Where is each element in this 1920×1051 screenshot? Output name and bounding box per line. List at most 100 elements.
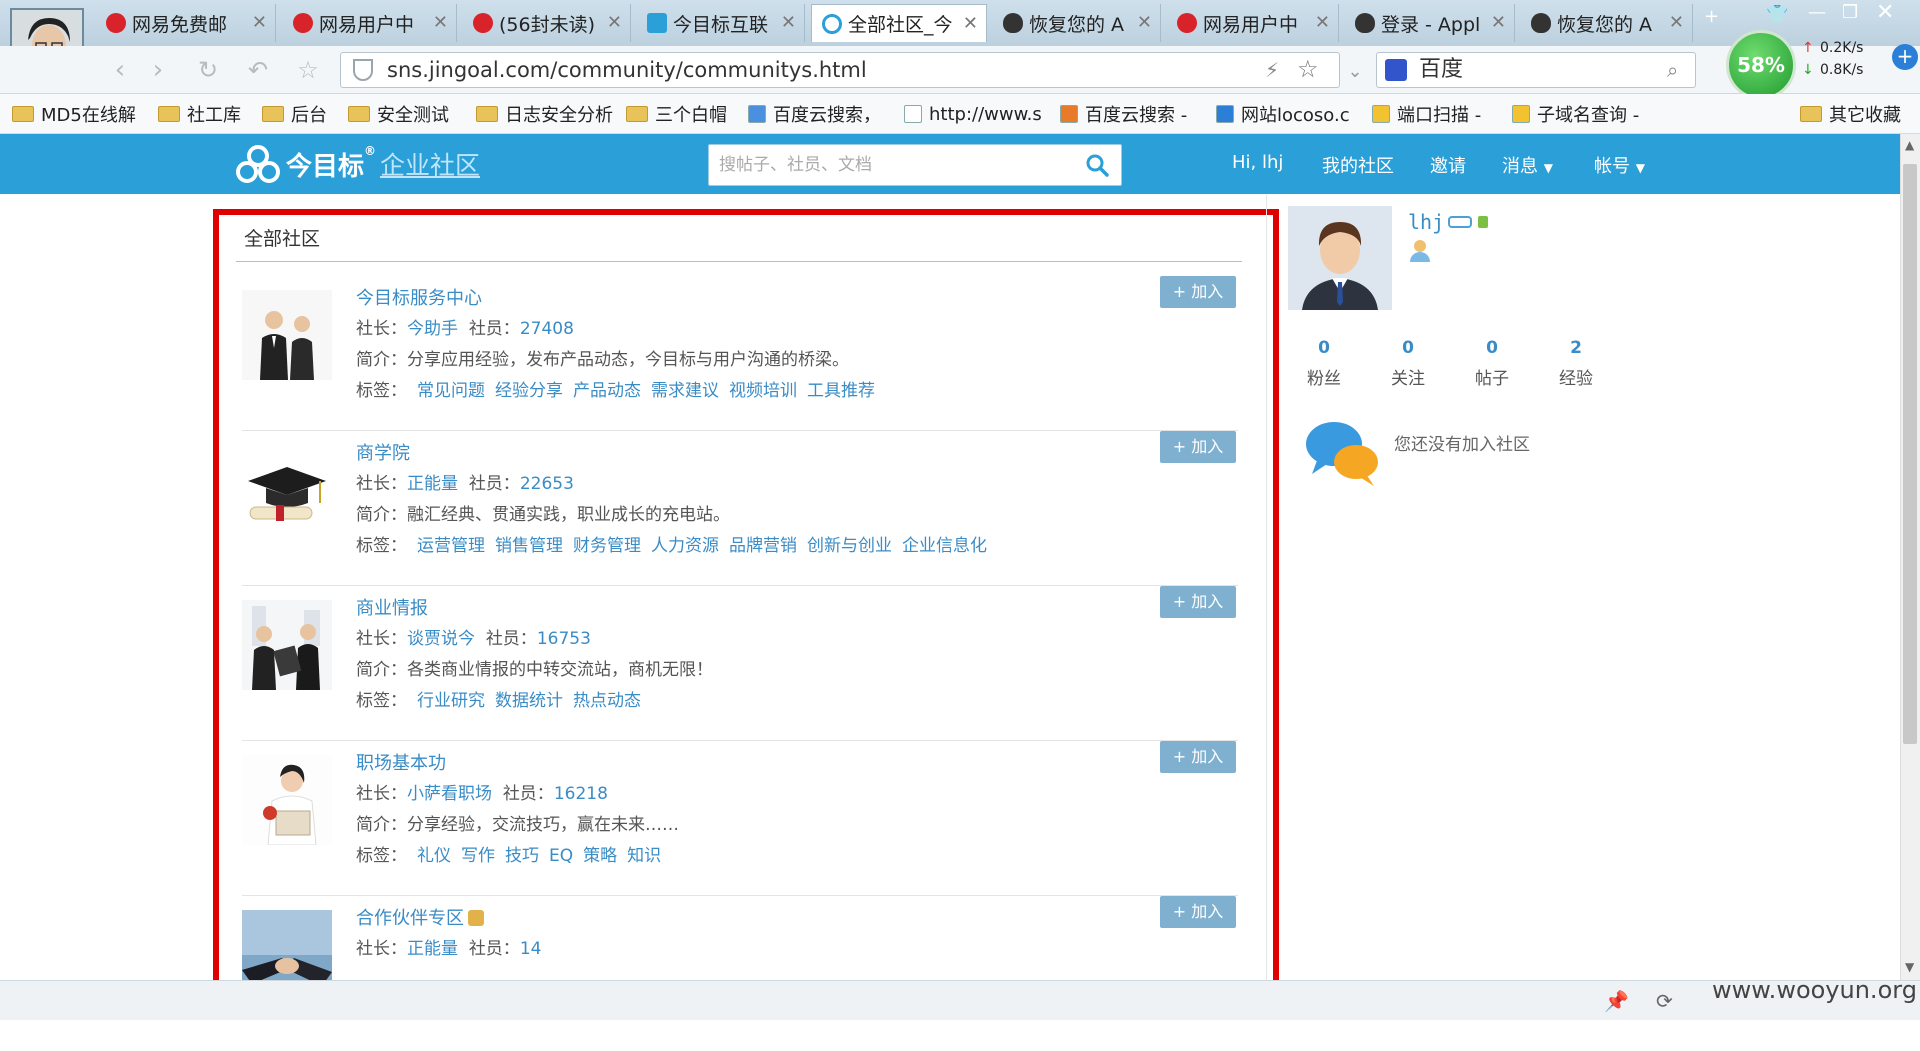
leader-link[interactable]: 今助手 [407, 319, 458, 339]
browser-tab[interactable]: 登录 - Appl ✕ [1345, 4, 1515, 42]
community-name[interactable]: 商业情报 [356, 594, 428, 620]
close-tab-icon[interactable]: ✕ [252, 12, 267, 33]
browser-tab[interactable]: 全部社区_今 ✕ [811, 4, 987, 42]
bookmark-item[interactable]: 百度云搜索， [748, 100, 881, 128]
community-name[interactable]: 商学院 [356, 439, 410, 465]
nav-my-community[interactable]: 我的社区 [1322, 152, 1394, 178]
leader-link[interactable]: 谈贾说今 [407, 629, 475, 649]
bookmark-item[interactable]: http://www.s [904, 100, 1042, 128]
dropdown-chevron-icon[interactable]: ⌄ [1340, 56, 1370, 88]
bookmark-item[interactable]: 子域名查询 - [1512, 100, 1639, 128]
tag-link[interactable]: 财务管理 [573, 536, 641, 556]
search-icon[interactable]: ⌕ [1667, 53, 1678, 87]
close-tab-icon[interactable]: ✕ [1669, 12, 1684, 33]
tag-link[interactable]: 策略 [583, 846, 617, 866]
nav-messages[interactable]: 消息 ▼ [1502, 152, 1553, 178]
tag-link[interactable]: 数据统计 [495, 691, 563, 711]
bookmark-item[interactable]: 端口扫描 - [1372, 100, 1481, 128]
tag-link[interactable]: 产品动态 [573, 381, 641, 401]
address-bar[interactable]: sns.jingoal.com/community/communitys.htm… [340, 52, 1340, 88]
bookmark-item[interactable]: 社工库 [158, 100, 241, 128]
favorite-star-icon[interactable]: ☆ [1297, 52, 1319, 86]
undo-icon[interactable]: ↶ [242, 54, 274, 86]
bookmark-item[interactable]: 百度云搜索 - [1060, 100, 1187, 128]
username[interactable]: lhj [1408, 210, 1444, 234]
tag-link[interactable]: 热点动态 [573, 691, 641, 711]
tag-link[interactable]: 知识 [627, 846, 661, 866]
community-image[interactable] [242, 290, 332, 380]
tag-link[interactable]: 写作 [461, 846, 495, 866]
profile-stat[interactable]: 0 粉丝 [1294, 338, 1354, 389]
join-button[interactable]: + 加入 [1160, 741, 1236, 773]
scroll-down-icon[interactable]: ▼ [1905, 960, 1914, 974]
close-tab-icon[interactable]: ✕ [433, 12, 448, 33]
refresh-icon[interactable]: ↻ [192, 54, 224, 86]
skin-shirt-icon[interactable]: 👕 [1766, 4, 1788, 25]
forward-arrow-icon[interactable]: › [142, 54, 174, 86]
bookmark-item[interactable]: 三个白帽 [626, 100, 727, 128]
tag-link[interactable]: 创新与创业 [807, 536, 892, 556]
browser-tab[interactable]: 恢复您的 A ✕ [1521, 4, 1693, 42]
tag-link[interactable]: 需求建议 [651, 381, 719, 401]
tag-link[interactable]: EQ [549, 846, 573, 866]
community-name[interactable]: 职场基本功 [356, 749, 446, 775]
tag-link[interactable]: 销售管理 [495, 536, 563, 556]
browser-tab[interactable]: 恢复您的 A ✕ [993, 4, 1161, 42]
tag-link[interactable]: 经验分享 [495, 381, 563, 401]
tag-link[interactable]: 常见问题 [417, 381, 485, 401]
search-engine-box[interactable]: 百度 ⌕ [1376, 52, 1696, 88]
profile-stat[interactable]: 2 经验 [1546, 338, 1606, 389]
browser-tab[interactable]: 网易用户中 ✕ [1167, 4, 1339, 42]
leader-link[interactable]: 正能量 [407, 474, 458, 494]
join-button[interactable]: + 加入 [1160, 896, 1236, 928]
restore-icon[interactable]: ❐ [1842, 2, 1858, 23]
new-tab-button[interactable]: + [1704, 6, 1719, 27]
back-arrow-icon[interactable]: ‹ [104, 54, 136, 86]
browser-tab[interactable]: 网易用户中 ✕ [283, 4, 457, 42]
scroll-up-icon[interactable]: ▲ [1905, 138, 1914, 152]
tag-link[interactable]: 人力资源 [651, 536, 719, 556]
tag-link[interactable]: 视频培训 [729, 381, 797, 401]
join-button[interactable]: + 加入 [1160, 276, 1236, 308]
bookmark-item[interactable]: 网站locoso.c [1216, 100, 1350, 128]
add-circle-icon[interactable]: + [1892, 44, 1918, 70]
tag-link[interactable]: 行业研究 [417, 691, 485, 711]
site-logo[interactable]: 今目标 ® 企业社区 [236, 142, 480, 186]
join-button[interactable]: + 加入 [1160, 586, 1236, 618]
tag-link[interactable]: 工具推荐 [807, 381, 875, 401]
community-image[interactable] [242, 755, 332, 845]
tag-link[interactable]: 运营管理 [417, 536, 485, 556]
bookmark-item[interactable]: 后台 [262, 100, 327, 128]
tag-link[interactable]: 企业信息化 [902, 536, 987, 556]
nav-greeting[interactable]: Hi, lhj [1232, 152, 1283, 173]
site-search-input[interactable]: 搜帖子、社员、文档 [708, 144, 1122, 186]
tag-link[interactable]: 品牌营销 [729, 536, 797, 556]
community-image[interactable] [242, 445, 332, 535]
browser-tab[interactable]: (56封未读) ✕ [463, 4, 631, 42]
close-tab-icon[interactable]: ✕ [1491, 12, 1506, 33]
profile-stat[interactable]: 0 关注 [1378, 338, 1438, 389]
bookmark-item[interactable]: 日志安全分析 [476, 100, 613, 128]
close-tab-icon[interactable]: ✕ [1137, 12, 1152, 33]
community-name[interactable]: 合作伙伴专区 [356, 904, 484, 930]
user-avatar[interactable] [1288, 206, 1392, 310]
browser-tab[interactable]: 网易免费邮 ✕ [96, 4, 276, 42]
lightning-icon[interactable]: ⚡ [1265, 53, 1279, 87]
minimize-icon[interactable]: — [1808, 2, 1826, 23]
leader-link[interactable]: 正能量 [407, 939, 458, 959]
close-window-icon[interactable]: ✕ [1876, 0, 1894, 25]
close-tab-icon[interactable]: ✕ [963, 13, 978, 34]
nav-account[interactable]: 帐号 ▼ [1594, 152, 1645, 178]
tag-link[interactable]: 技巧 [505, 846, 539, 866]
community-name[interactable]: 今目标服务中心 [356, 284, 482, 310]
scrollbar-thumb[interactable] [1903, 164, 1917, 744]
close-tab-icon[interactable]: ✕ [1315, 12, 1330, 33]
nav-invite[interactable]: 邀请 [1430, 152, 1466, 178]
community-image[interactable] [242, 600, 332, 690]
browser-tab[interactable]: 今目标互联 ✕ [637, 4, 805, 42]
bookmark-star-icon[interactable]: ☆ [292, 54, 324, 86]
leader-link[interactable]: 小萨看职场 [407, 784, 492, 804]
join-button[interactable]: + 加入 [1160, 431, 1236, 463]
bookmark-item[interactable]: 安全测试 [348, 100, 449, 128]
refresh-status-icon[interactable]: ⟳ [1656, 989, 1673, 1013]
